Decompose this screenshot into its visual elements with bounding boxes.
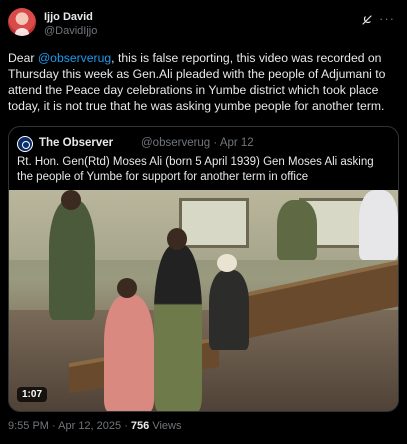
views-label: Views	[152, 420, 182, 432]
author-handle[interactable]: @DavidIjjo	[44, 25, 97, 37]
video-frame-head	[117, 278, 137, 298]
author-avatar[interactable]	[8, 8, 36, 36]
mention-link[interactable]: @observerug	[38, 51, 111, 65]
tweet-footer: 9:55 PM · Apr 12, 2025 · 756 Views	[8, 420, 182, 432]
tweet-date[interactable]: Apr 12, 2025	[58, 420, 121, 432]
video-frame-soldier	[49, 200, 95, 320]
quoted-tweet-header: The Observer @observerug · Apr 12	[17, 136, 390, 152]
video-frame-speaker	[154, 245, 202, 411]
tweet-header: Ijjo David @DavidIjjo ···	[8, 8, 399, 44]
author-name[interactable]: Ijjo David	[44, 11, 93, 23]
tweet-time[interactable]: 9:55 PM	[8, 420, 49, 432]
quoted-author-meta: @observerug · Apr 12	[141, 137, 254, 149]
video-frame-person-white	[359, 190, 398, 260]
tweet-prefix: Dear	[8, 51, 38, 65]
grok-icon[interactable]	[361, 14, 373, 26]
tweet-text: Dear @observerug, this is false reportin…	[8, 50, 400, 114]
quoted-author-handle: @observerug	[141, 137, 211, 149]
video-frame-soldier	[277, 200, 317, 260]
video-frame-person-pink	[104, 295, 154, 411]
video-frame-head	[61, 190, 81, 210]
more-icon[interactable]: ···	[379, 11, 395, 26]
views-count: 756	[130, 420, 150, 432]
quoted-author-avatar	[17, 136, 33, 152]
quoted-tweet[interactable]: The Observer @observerug · Apr 12 Rt. Ho…	[8, 126, 399, 412]
video-frame-window	[179, 198, 249, 248]
quoted-tweet-text: Rt. Hon. Gen(Rtd) Moses Ali (born 5 Apri…	[17, 156, 374, 183]
video-player[interactable]: 1:07	[9, 190, 398, 411]
video-duration: 1:07	[17, 387, 48, 402]
video-frame-seated-elder	[209, 270, 249, 350]
video-frame-head	[167, 228, 187, 250]
quoted-author-name: The Observer	[39, 137, 114, 149]
quoted-tweet-date: Apr 12	[219, 137, 254, 149]
video-frame-head	[217, 254, 237, 272]
